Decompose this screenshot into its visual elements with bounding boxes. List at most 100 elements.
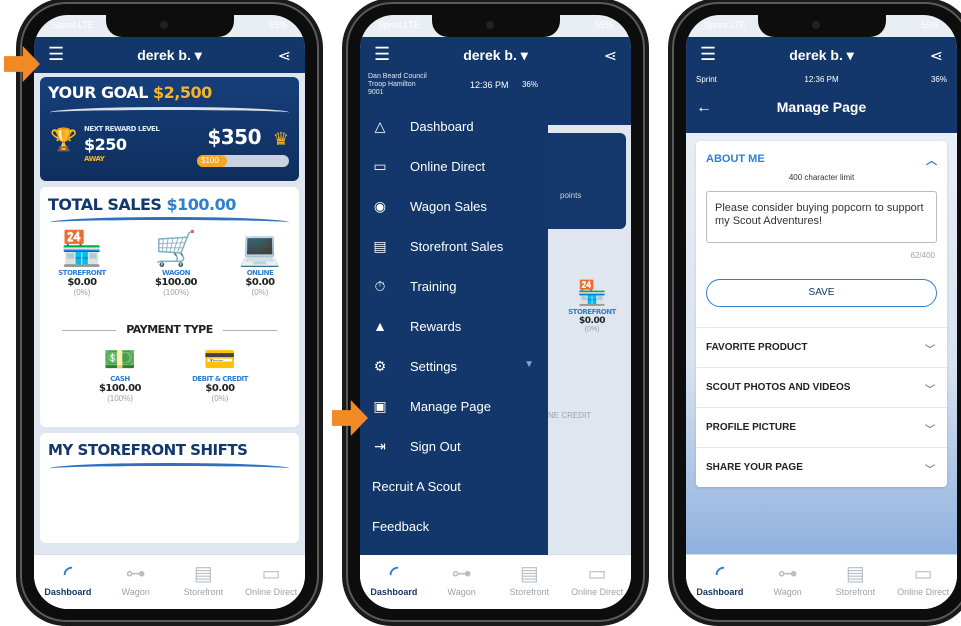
nav-wagon[interactable]: ⊶ Wagon [428,555,496,609]
credit-card-icon: 💳 [203,344,237,374]
dashboard-icon: ◜ [716,563,724,585]
wagon-icon: ⊶ [777,563,798,585]
drawer-item-label: Wagon Sales [410,199,487,214]
channel-storefront[interactable]: 🏪 STOREFRONT $0.00 (0%) [42,229,122,297]
channel-name: STOREFRONT [58,269,106,277]
bottom-nav: ◜ Dashboard ⊶ Wagon ▤ Storefront ▭ Online Di… [34,554,305,609]
nav-label: Dashboard [370,587,418,597]
section-label: SCOUT PHOTOS AND VIDEOS [706,382,851,393]
accordion-panel: ABOUT ME ︿ 400 character limit Please co… [696,141,947,487]
drawer-item-settings[interactable]: ⚙ Settings ▼ [360,347,548,387]
share-icon[interactable]: ⋖ [278,46,291,66]
nav-online-direct[interactable]: ▭ Online Direct [889,555,957,609]
wagon-icon: ⊶ [125,563,146,585]
app-top-bar: ☰ derek b. ▾ ⋖ [360,37,631,73]
nav-wagon[interactable]: ⊶ Wagon [754,555,822,609]
drawer-item-dashboard[interactable]: △ Dashboard [360,107,548,147]
troop-name: Troop Hamilton [368,81,416,88]
troop-id: 9001 [368,89,384,96]
section-label: ABOUT ME [706,153,765,165]
swoosh-decoration [50,463,289,474]
nav-dashboard[interactable]: ◜ Dashboard [686,555,754,609]
drawer-item-label: Rewards [410,319,462,334]
underlying-text: STOREFRONT [568,308,616,316]
nav-online-direct[interactable]: ▭ Online Direct [563,555,631,609]
payment-name: CASH [110,375,130,383]
user-dropdown[interactable]: derek b. ▾ [686,47,957,64]
trophy-icon: 🏆 [50,127,78,152]
swoosh-decoration [50,217,289,228]
nav-wagon[interactable]: ⊶ Wagon [102,555,170,609]
battery-text: 55% [920,20,939,30]
section-profile-picture[interactable]: PROFILE PICTURE ﹀ [696,407,947,448]
drawer-item-recruit[interactable]: Recruit A Scout [360,467,548,507]
about-me-section-header[interactable]: ABOUT ME ︿ [706,153,937,167]
council-name: Dan Beard Council [368,73,427,80]
user-dropdown[interactable]: derek b. ▾ [360,47,631,64]
drawer-item-wagon-sales[interactable]: ◉ Wagon Sales [360,187,548,227]
screen: Sprint LTE 55% ☰ derek b. ▾ ⋖ YOUR GOAL … [34,15,305,609]
section-favorite-product[interactable]: FAVORITE PRODUCT ﹀ [696,327,947,368]
drawer-battery: 36% [521,80,538,89]
section-scout-photos[interactable]: SCOUT PHOTOS AND VIDEOS ﹀ [696,367,947,408]
nav-dashboard[interactable]: ◜ Dashboard [360,555,428,609]
dashboard-icon: ◜ [64,563,72,585]
channel-percent: (100%) [163,288,189,297]
channel-online[interactable]: 💻 ONLINE $0.00 (0%) [220,229,300,297]
total-sales-card: TOTAL SALES $100.00 🏪 STOREFRONT $0.00 (… [40,187,299,427]
nav-online-direct[interactable]: ▭ Online Direct [237,555,305,609]
current-reward: $250 [84,135,127,154]
nav-label: Wagon [773,587,802,597]
drawer-item-label: Recruit A Scout [372,479,461,494]
user-dropdown[interactable]: derek b. ▾ [34,47,305,64]
channel-name: ONLINE [246,269,274,277]
channel-value: $0.00 [245,277,275,288]
underlying-text: points [560,191,582,200]
drawer-item-label: Dashboard [410,119,474,134]
nav-label: Online Direct [897,587,950,597]
drawer-item-training[interactable]: ⏱ Training [360,267,548,307]
sales-heading: TOTAL SALES $100.00 [48,195,236,214]
phone-notch [105,15,234,37]
drawer-item-online-direct[interactable]: ▭ Online Direct [360,147,548,187]
share-icon[interactable]: ⋖ [604,46,617,66]
nav-label: Storefront [183,587,224,597]
shifts-heading: MY STOREFRONT SHIFTS [48,441,248,459]
storefront-icon: 🏪 [60,230,104,268]
drawer-item-manage-page[interactable]: ▣ Manage Page [360,387,548,427]
nav-label: Online Direct [571,587,624,597]
payment-percent: (0%) [211,394,229,403]
save-button[interactable]: SAVE [706,279,937,307]
about-me-textarea[interactable]: Please consider buying popcorn to suppor… [706,191,937,243]
goal-heading: YOUR GOAL $2,500 [48,83,212,102]
chevron-down-icon: ﹀ [925,385,935,396]
character-count: 62/400 [910,251,935,260]
inner-time: 12:36 PM [804,75,839,84]
nav-storefront[interactable]: ▤ Storefront [822,555,890,609]
nav-storefront[interactable]: ▤ Storefront [496,555,564,609]
drawer-item-rewards[interactable]: ▲ Rewards [360,307,548,347]
bottom-nav: ◜ Dashboard ⊶ Wagon ▤ Storefront ▭ Online Di… [360,554,631,609]
phone-notch [431,15,560,37]
section-label: PROFILE PICTURE [706,422,797,433]
drawer-item-label: Settings [410,359,457,374]
section-share-page[interactable]: SHARE YOUR PAGE ﹀ [696,447,947,488]
drawer-item-label: Feedback [372,519,430,534]
drawer-item-label: Online Direct [410,159,486,174]
page-title: Manage Page [776,99,867,115]
storefront-shifts-card[interactable]: MY STOREFRONT SHIFTS [40,433,299,543]
drawer-item-storefront-sales[interactable]: ▤ Storefront Sales [360,227,548,267]
section-label: SHARE YOUR PAGE [706,462,803,473]
drawer-item-label: Training [410,279,457,294]
drawer-item-sign-out[interactable]: ⇥ Sign Out [360,427,548,467]
nav-dashboard[interactable]: ◜ Dashboard [34,555,102,609]
share-icon[interactable]: ⋖ [930,46,943,66]
nav-storefront[interactable]: ▤ Storefront [170,555,238,609]
channel-wagon[interactable]: 🛒 WAGON $100.00 (100%) [136,229,216,297]
goal-amount: $2,500 [152,83,212,102]
payment-name: DEBIT & CREDIT [192,375,248,383]
carrier-text: Sprint LTE [704,20,746,30]
chevron-down-icon: ﹀ [925,345,935,356]
nav-label: Dashboard [44,587,92,597]
drawer-item-feedback[interactable]: Feedback [360,507,548,547]
